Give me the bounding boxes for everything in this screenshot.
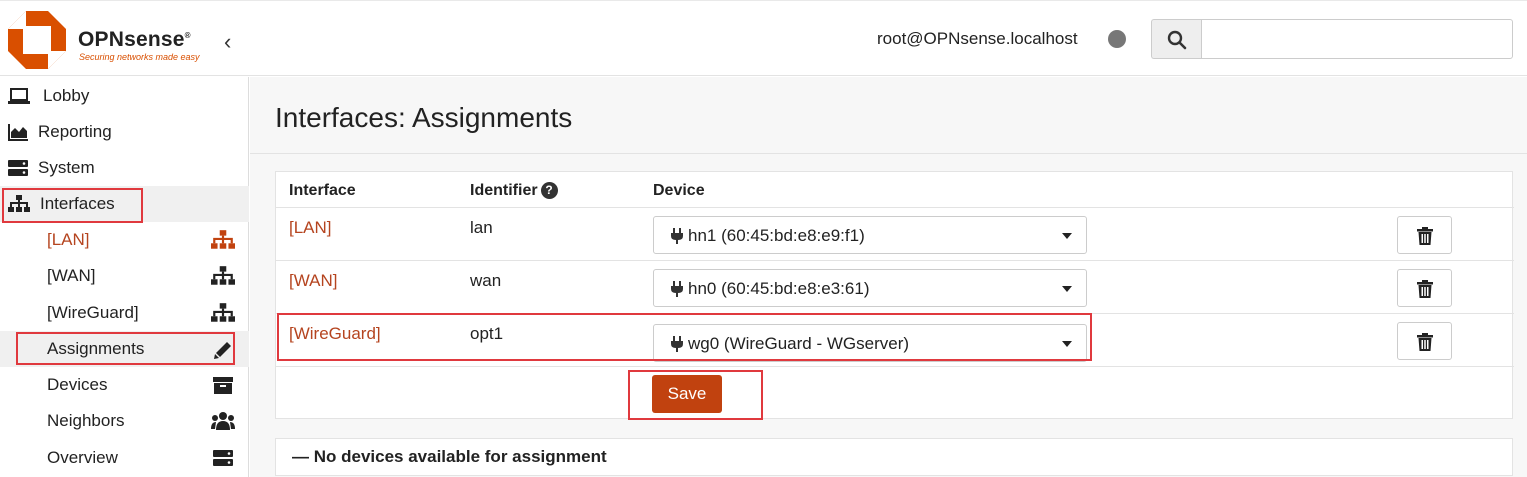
- area-chart-icon: [8, 124, 28, 141]
- assignments-card: Interface Identifier? Device [LAN] lan h…: [275, 171, 1514, 420]
- column-header-interface: Interface: [289, 182, 356, 199]
- brand-tagline: Securing networks made easy: [79, 52, 200, 62]
- interface-link-lan[interactable]: [LAN]: [289, 218, 332, 238]
- sidebar: Lobby Reporting System Interfaces [LAN]: [0, 77, 249, 477]
- sidebar-item-label: [WAN]: [47, 266, 96, 285]
- sitemap-icon: [211, 303, 235, 322]
- search-input[interactable]: [1201, 19, 1513, 59]
- help-icon[interactable]: ?: [540, 182, 558, 200]
- column-header-label: Identifier: [470, 182, 538, 199]
- table-row: [LAN] lan hn1 (60:45:bd:e8:e9:f1): [276, 207, 1514, 260]
- sidebar-item-label: [LAN]: [47, 230, 90, 249]
- server-icon: [8, 160, 28, 176]
- plug-icon: [671, 228, 683, 244]
- status-dot-icon[interactable]: [1108, 30, 1126, 48]
- server-icon: [213, 450, 233, 466]
- column-header-device: Device: [653, 182, 705, 199]
- divider: [276, 366, 1514, 367]
- trash-icon: [1417, 333, 1433, 351]
- sitemap-icon: [211, 266, 235, 285]
- archive-icon: [213, 377, 233, 394]
- highlight-box: [277, 313, 1092, 361]
- search-button[interactable]: [1151, 19, 1202, 59]
- device-select-value: hn1 (60:45:bd:e8:e9:f1): [688, 226, 865, 245]
- search-icon: [1167, 30, 1187, 50]
- interface-link-wan[interactable]: [WAN]: [289, 271, 337, 291]
- sidebar-item-label: Devices: [47, 375, 108, 394]
- sidebar-item-wan[interactable]: [WAN]: [0, 258, 249, 294]
- sidebar-item-reporting[interactable]: Reporting: [0, 114, 249, 150]
- delete-button[interactable]: [1397, 322, 1452, 360]
- sidebar-item-overview[interactable]: Overview: [0, 440, 249, 476]
- page-title: Interfaces: Assignments: [275, 102, 573, 133]
- caret-down-icon: [1062, 233, 1072, 239]
- sidebar-item-system[interactable]: System: [0, 150, 249, 186]
- sidebar-item-label: Lobby: [43, 86, 90, 105]
- sidebar-item-label: Neighbors: [47, 411, 125, 430]
- laptop-icon: [8, 88, 30, 104]
- sidebar-item-label: System: [38, 158, 95, 177]
- device-select[interactable]: hn0 (60:45:bd:e8:e3:61): [653, 269, 1087, 307]
- device-select-value: hn0 (60:45:bd:e8:e3:61): [688, 279, 870, 298]
- highlight-box: [628, 370, 763, 420]
- collapse-sidebar-icon[interactable]: ‹: [224, 29, 231, 55]
- sidebar-item-label: Reporting: [38, 122, 112, 141]
- panel-title: — No devices available for assignment: [292, 447, 607, 467]
- opnsense-logo-icon[interactable]: [6, 9, 68, 71]
- plug-icon: [671, 281, 683, 297]
- trash-icon: [1417, 280, 1433, 298]
- main-content: Interfaces: Assignments Interface Identi…: [250, 77, 1527, 477]
- brand-name[interactable]: OPNsense®: [78, 28, 191, 52]
- device-select[interactable]: hn1 (60:45:bd:e8:e9:f1): [653, 216, 1087, 254]
- table-row: [WAN] wan hn0 (60:45:bd:e8:e3:61): [276, 260, 1514, 313]
- sitemap-icon: [211, 230, 235, 249]
- sidebar-item-lan[interactable]: [LAN]: [0, 222, 249, 258]
- sidebar-item-neighbors[interactable]: Neighbors: [0, 403, 249, 439]
- highlight-box: [16, 332, 235, 365]
- sidebar-item-label: Overview: [47, 448, 118, 467]
- sidebar-item-lobby[interactable]: Lobby: [0, 78, 249, 114]
- delete-button[interactable]: [1397, 216, 1452, 254]
- column-header-identifier: Identifier?: [470, 182, 558, 200]
- trash-icon: [1417, 227, 1433, 245]
- highlight-box: [2, 188, 143, 223]
- top-bar: OPNsense® Securing networks made easy ‹ …: [0, 0, 1527, 76]
- identifier-cell: wan: [470, 271, 502, 290]
- panel-title-label: No devices available for assignment: [313, 447, 607, 466]
- users-icon: [211, 412, 235, 430]
- sidebar-item-label: [WireGuard]: [47, 303, 139, 322]
- no-devices-panel[interactable]: — No devices available for assignment: [275, 438, 1513, 476]
- collapse-toggle-icon: —: [292, 447, 309, 466]
- identifier-cell: lan: [470, 218, 493, 237]
- caret-down-icon: [1062, 286, 1072, 292]
- sidebar-item-devices[interactable]: Devices: [0, 367, 249, 403]
- delete-button[interactable]: [1397, 269, 1452, 307]
- user-label[interactable]: root@OPNsense.localhost: [877, 29, 1078, 49]
- sidebar-item-wireguard[interactable]: [WireGuard]: [0, 295, 249, 331]
- divider: [250, 153, 1527, 154]
